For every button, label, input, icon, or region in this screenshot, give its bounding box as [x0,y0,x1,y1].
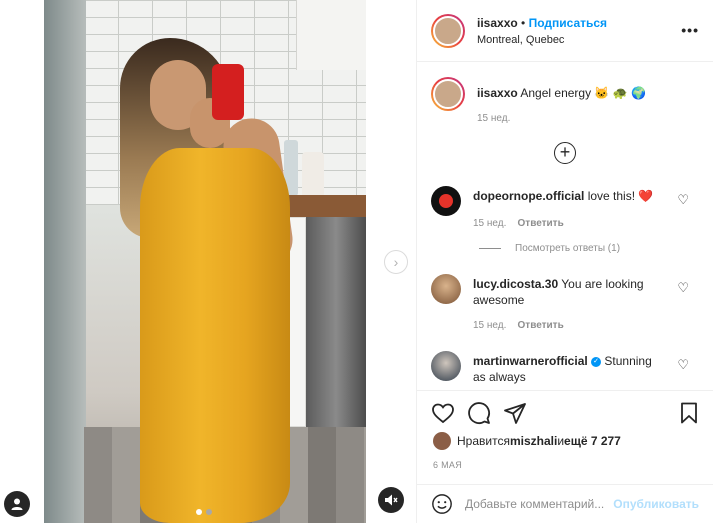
post-actions-bar [417,390,713,434]
likes-summary: Нравится miszhali и ещё 7 277 [433,432,621,450]
heart-icon[interactable] [431,401,455,425]
publish-button[interactable]: Опубликовать [613,497,699,511]
post-header: iisaxxo • Подписаться Montreal, Quebec •… [417,0,713,62]
share-icon[interactable] [503,401,527,425]
speaker-muted-icon [385,494,398,506]
comment-item: martinwarnerofficial ✓ Stunning as alway… [417,351,713,385]
post-date[interactable]: 6 МАЯ [433,460,462,470]
load-more-comments-icon[interactable]: + [554,142,576,164]
photo-wall-left [44,0,86,523]
chevron-right-icon: › [393,254,399,270]
likes-count[interactable]: ещё 7 277 [564,434,621,448]
likes-user[interactable]: miszhali [510,434,557,448]
emoji-icon[interactable] [431,493,453,515]
carousel-dot-active [196,509,202,515]
post-location[interactable]: Montreal, Quebec [477,34,607,46]
photo-phone [212,64,244,120]
comments-list[interactable]: iisaxxo Angel energy 🐱 🐢 🌍 15 нед. + dop… [417,63,713,389]
comment-time[interactable]: 15 нед. [473,320,506,331]
carousel-dot [206,509,212,515]
heart-icon[interactable]: ♡ [677,280,689,296]
comment-username[interactable]: lucy.dicosta.30 [473,277,558,291]
post-caption: iisaxxo Angel energy 🐱 🐢 🌍 15 нед. [417,63,713,124]
photo-dishwasher [306,217,366,427]
post-media-area: › [0,0,416,523]
carousel-next-button[interactable]: › [384,250,408,274]
comment-time[interactable]: 15 нед. [473,218,506,229]
verified-badge-icon: ✓ [591,356,602,367]
bookmark-icon[interactable] [677,401,701,425]
avatar[interactable] [431,77,465,111]
mute-button[interactable] [378,487,404,513]
likes-middle: и [557,434,565,448]
separator-dot: • [517,15,529,30]
reply-button[interactable]: Ответить [518,320,564,331]
add-comment-bar: Добавьте комментарий... Опубликовать [417,484,713,523]
comment-username[interactable]: martinwarnerofficial [473,354,588,368]
author-username[interactable]: iisaxxo [477,16,518,30]
comment-username[interactable]: dopeornope.official [473,189,584,203]
heart-icon[interactable]: ♡ [677,357,689,373]
avatar[interactable] [431,186,461,216]
comment-item: lucy.dicosta.30 You are looking awesome … [417,274,713,331]
photo-person [110,38,310,523]
view-replies-label: Посмотреть ответы (1) [515,243,621,254]
post-details-panel: iisaxxo • Подписаться Montreal, Quebec •… [416,0,713,523]
user-icon [11,498,23,510]
avatar[interactable] [431,274,461,304]
avatar[interactable] [433,432,451,450]
comment-item: dopeornope.official love this! ❤️ 15 нед… [417,186,713,229]
caption-time[interactable]: 15 нед. [477,113,646,124]
caption-username[interactable]: iisaxxo [477,86,518,100]
view-replies-button[interactable]: Посмотреть ответы (1) [417,243,713,254]
post-photo[interactable] [44,0,366,523]
avatar[interactable] [431,13,465,48]
comment-icon[interactable] [467,401,491,425]
follow-button[interactable]: Подписаться [529,16,607,30]
reply-button[interactable]: Ответить [518,218,564,229]
comment-text: love this! ❤️ [587,189,654,203]
comment-input[interactable]: Добавьте комментарий... [465,497,613,511]
tagged-users-button[interactable] [4,491,30,517]
caption-text: Angel energy 🐱 🐢 🌍 [520,86,646,100]
avatar[interactable] [431,351,461,381]
photo-dress [140,148,290,523]
more-options-icon[interactable]: ••• [681,22,699,38]
carousel-indicator [196,509,212,515]
likes-prefix: Нравится [457,434,510,448]
heart-icon[interactable]: ♡ [677,192,689,208]
